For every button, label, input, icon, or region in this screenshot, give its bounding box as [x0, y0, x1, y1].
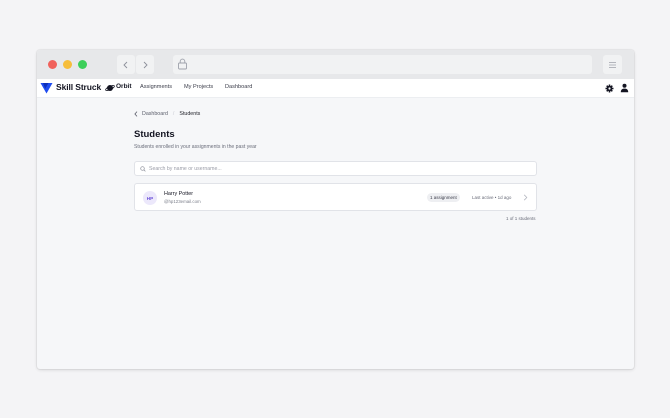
page-subtitle: Students enrolled in your assignments in…	[134, 144, 257, 150]
breadcrumb-separator: /	[172, 111, 175, 117]
student-list-item[interactable]: HP Harry Potter @hp123email.com 1 assign…	[134, 183, 537, 211]
breadcrumb: Dashboard / Students	[134, 111, 200, 117]
student-name: Harry Potter	[164, 191, 194, 197]
close-window-button[interactable]	[48, 60, 57, 69]
page-title: Students	[134, 129, 175, 140]
lock-icon	[178, 58, 187, 70]
breadcrumb-parent-label: Dashboard	[142, 111, 168, 117]
browser-menu-button[interactable]	[603, 55, 622, 74]
forward-arrow-icon	[143, 61, 148, 68]
search-input[interactable]	[149, 163, 529, 174]
nav-assignments[interactable]: Assignments	[140, 84, 172, 90]
maximize-window-button[interactable]	[78, 60, 87, 69]
chevron-right-icon[interactable]	[523, 194, 528, 201]
breadcrumb-current: Students	[179, 111, 201, 117]
last-active-text: Last active • 1d ago	[472, 195, 512, 200]
search-field[interactable]	[134, 161, 537, 176]
address-bar[interactable]	[173, 55, 592, 74]
nav-dashboard[interactable]: Dashboard	[225, 84, 252, 90]
app-header: Skill Struck Orbit Assignments My Projec…	[37, 79, 634, 98]
student-avatar: HP	[143, 191, 157, 205]
nav-my-projects[interactable]: My Projects	[184, 84, 213, 90]
student-email: @hp123email.com	[164, 198, 201, 204]
brand-name[interactable]: Skill Struck	[56, 82, 101, 92]
settings-gear-icon[interactable]	[605, 84, 614, 93]
search-icon	[140, 165, 146, 172]
product-name[interactable]: Orbit	[116, 83, 132, 90]
browser-forward-button[interactable]	[136, 55, 154, 74]
skill-struck-logo-icon[interactable]	[40, 82, 53, 94]
orbit-planet-icon	[105, 85, 115, 91]
chevron-left-icon	[134, 111, 138, 117]
results-count: 1 of 1 students	[506, 216, 536, 221]
user-account-icon[interactable]	[620, 83, 629, 93]
browser-window: Skill Struck Orbit Assignments My Projec…	[37, 50, 634, 369]
minimize-window-button[interactable]	[63, 60, 72, 69]
breadcrumb-parent-link[interactable]: Dashboard	[134, 111, 168, 117]
back-arrow-icon	[123, 61, 128, 68]
assignment-count-badge: 1 assignment	[427, 193, 460, 202]
browser-back-button[interactable]	[117, 55, 135, 74]
menu-icon	[609, 61, 616, 68]
browser-toolbar	[37, 50, 634, 79]
